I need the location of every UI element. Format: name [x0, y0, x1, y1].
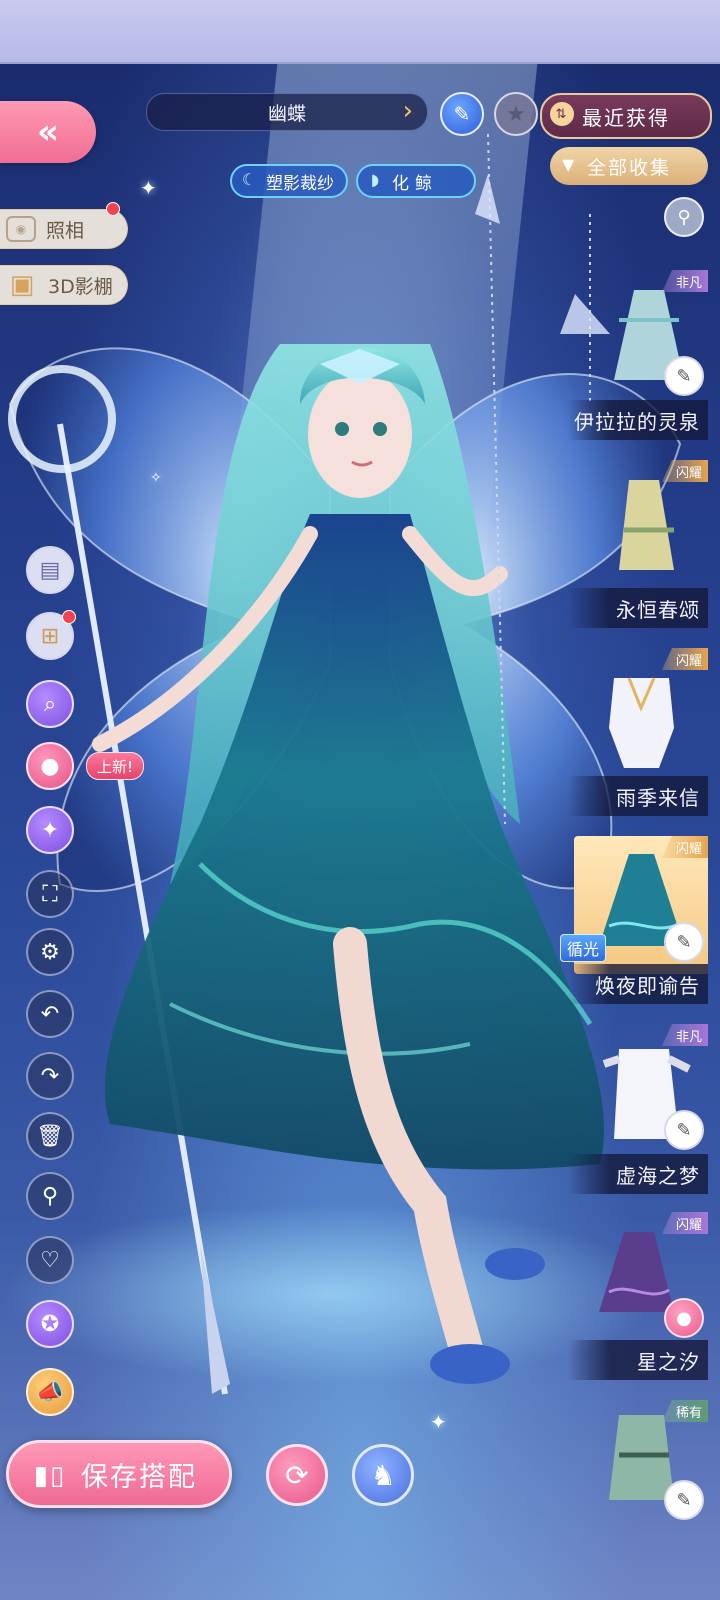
- megaphone-icon: 📣: [36, 1379, 64, 1405]
- palette-icon: ✎: [676, 1119, 692, 1141]
- all-collection-filter[interactable]: ▼ 全部收集: [550, 147, 708, 185]
- heart-icon: ♡: [40, 1247, 60, 1273]
- refresh-icon: ⟳: [285, 1458, 309, 1492]
- recent-acquired-label: 最近获得: [582, 105, 670, 130]
- like-button[interactable]: ♡: [26, 1236, 74, 1284]
- favorite-button[interactable]: ★: [494, 92, 538, 136]
- gallery-item[interactable]: 稀有 ✎: [574, 1400, 708, 1530]
- pin-icon: ⚲: [677, 206, 691, 228]
- dye-button[interactable]: ✎: [664, 1480, 704, 1520]
- wardrobe-button[interactable]: ▤: [26, 546, 74, 594]
- layer-plus-icon: ⊞: [40, 623, 60, 649]
- chip-shape-tailor[interactable]: ☾ 塑影裁纱: [230, 164, 348, 198]
- photo-label: 照相: [46, 219, 85, 242]
- fullscreen-button[interactable]: ⛶: [26, 870, 74, 918]
- whale-icon: ◗: [370, 170, 380, 189]
- filter-icon: ▼: [562, 155, 577, 174]
- announce-button[interactable]: 📣: [26, 1368, 74, 1416]
- fullscreen-icon: ⛶: [42, 881, 58, 907]
- sort-icon: ⇅: [550, 102, 574, 126]
- dye-button[interactable]: ●: [664, 1298, 704, 1338]
- magic-button[interactable]: ✦: [26, 806, 74, 854]
- favorite-list-button[interactable]: ✪: [26, 1300, 74, 1348]
- all-collection-label: 全部收集: [586, 156, 671, 179]
- item-name: 伊拉拉的灵泉: [568, 400, 708, 440]
- sparkle-icon: ✦: [430, 1410, 447, 1434]
- palette-icon: ✎: [676, 931, 692, 953]
- chip-transform-whale-label: 化鲸: [392, 173, 438, 194]
- dye-palette-button[interactable]: ●: [26, 742, 74, 790]
- pin-button[interactable]: ⚲: [664, 197, 704, 237]
- outfit-preview-button[interactable]: ♞: [352, 1444, 414, 1506]
- gallery-item[interactable]: 闪耀 ● 星之汐: [568, 1212, 708, 1382]
- studio-3d-label: 3D影棚: [48, 275, 113, 298]
- search-filter-button[interactable]: ⌕: [26, 680, 74, 728]
- palette-icon: ●: [676, 1307, 692, 1329]
- gallery-item[interactable]: 闪耀 永恒春颂: [568, 460, 708, 630]
- redo-icon: ↷: [40, 1063, 60, 1089]
- dye-button[interactable]: ✎: [664, 1110, 704, 1150]
- notification-dot: [106, 202, 120, 216]
- gear-icon: ⚙: [40, 939, 60, 965]
- settings-button[interactable]: ⚙: [26, 928, 74, 976]
- top-status-strip: [0, 0, 720, 64]
- new-badge-label: 上新!: [97, 757, 134, 776]
- recent-acquired-button[interactable]: ⇅ 最近获得: [540, 93, 712, 139]
- palette-icon: ●: [40, 753, 60, 779]
- magic-star-icon: ✦: [40, 817, 60, 843]
- back-button[interactable]: «: [0, 101, 96, 163]
- cube-icon: ▣: [9, 270, 35, 300]
- glow-tag: 循光: [560, 934, 607, 962]
- undo-button[interactable]: ↶: [26, 990, 74, 1038]
- chip-transform-whale[interactable]: ◗ 化鲸: [356, 164, 476, 198]
- gallery-item[interactable]: 闪耀 ✎ 焕夜即谕告: [568, 836, 708, 1006]
- gallery-item[interactable]: 闪耀 雨季来信: [568, 648, 708, 818]
- dye-button[interactable]: ✎: [664, 356, 704, 396]
- new-badge: 上新!: [86, 752, 145, 780]
- wardrobe-icon: ▤: [39, 557, 61, 583]
- star-icon: ★: [506, 101, 526, 127]
- camera-icon: ◉: [6, 216, 36, 242]
- save-outfit-button[interactable]: ▮▯ 保存搭配: [6, 1440, 232, 1508]
- back-arrow-icon: «: [37, 112, 59, 152]
- chevron-right-icon: ›: [402, 96, 413, 126]
- search-list-icon: ⌕: [43, 691, 57, 717]
- item-name: 星之汐: [568, 1340, 708, 1380]
- delete-button[interactable]: 🗑: [26, 1112, 74, 1160]
- item-name: 永恒春颂: [568, 588, 708, 628]
- star-badge-icon: ✪: [40, 1311, 60, 1337]
- studio-3d-button[interactable]: ▣ 3D影棚: [0, 265, 128, 305]
- outfit-name: 幽蝶: [267, 102, 306, 125]
- search-icon: ⚲: [41, 1183, 59, 1209]
- edit-name-button[interactable]: ✎: [440, 92, 484, 136]
- sparkle-icon: ✦: [140, 176, 157, 200]
- gallery-item[interactable]: 非凡 ✎ 虚海之梦: [568, 1024, 708, 1194]
- save-outfit-label: 保存搭配: [81, 1461, 197, 1493]
- trash-icon: 🗑: [36, 1123, 64, 1149]
- pencil-icon: ✎: [453, 102, 471, 126]
- zoom-button[interactable]: ⚲: [26, 1172, 74, 1220]
- moon-icon: ☾: [241, 170, 257, 189]
- item-name: 焕夜即谕告: [568, 964, 708, 1004]
- switch-outfit-button[interactable]: ⟳: [266, 1444, 328, 1506]
- notification-dot: [62, 610, 76, 624]
- dye-button[interactable]: ✎: [664, 922, 704, 962]
- chip-shape-tailor-label: 塑影裁纱: [266, 173, 334, 194]
- sparkle-icon: ✧: [150, 470, 162, 486]
- item-name: 雨季来信: [568, 776, 708, 816]
- dress-icon: ♞: [370, 1458, 396, 1492]
- palette-icon: ✎: [676, 1489, 692, 1511]
- save-cards-icon: ▮▯: [33, 1461, 67, 1491]
- redo-button[interactable]: ↷: [26, 1052, 74, 1100]
- item-name: 虚海之梦: [568, 1154, 708, 1194]
- palette-icon: ✎: [676, 365, 692, 387]
- undo-icon: ↶: [40, 1001, 60, 1027]
- gallery-item[interactable]: 非凡 ✎ 伊拉拉的灵泉: [568, 270, 708, 440]
- glow-tag-label: 循光: [567, 940, 600, 959]
- outfit-name-bar[interactable]: 幽蝶 ›: [146, 93, 428, 131]
